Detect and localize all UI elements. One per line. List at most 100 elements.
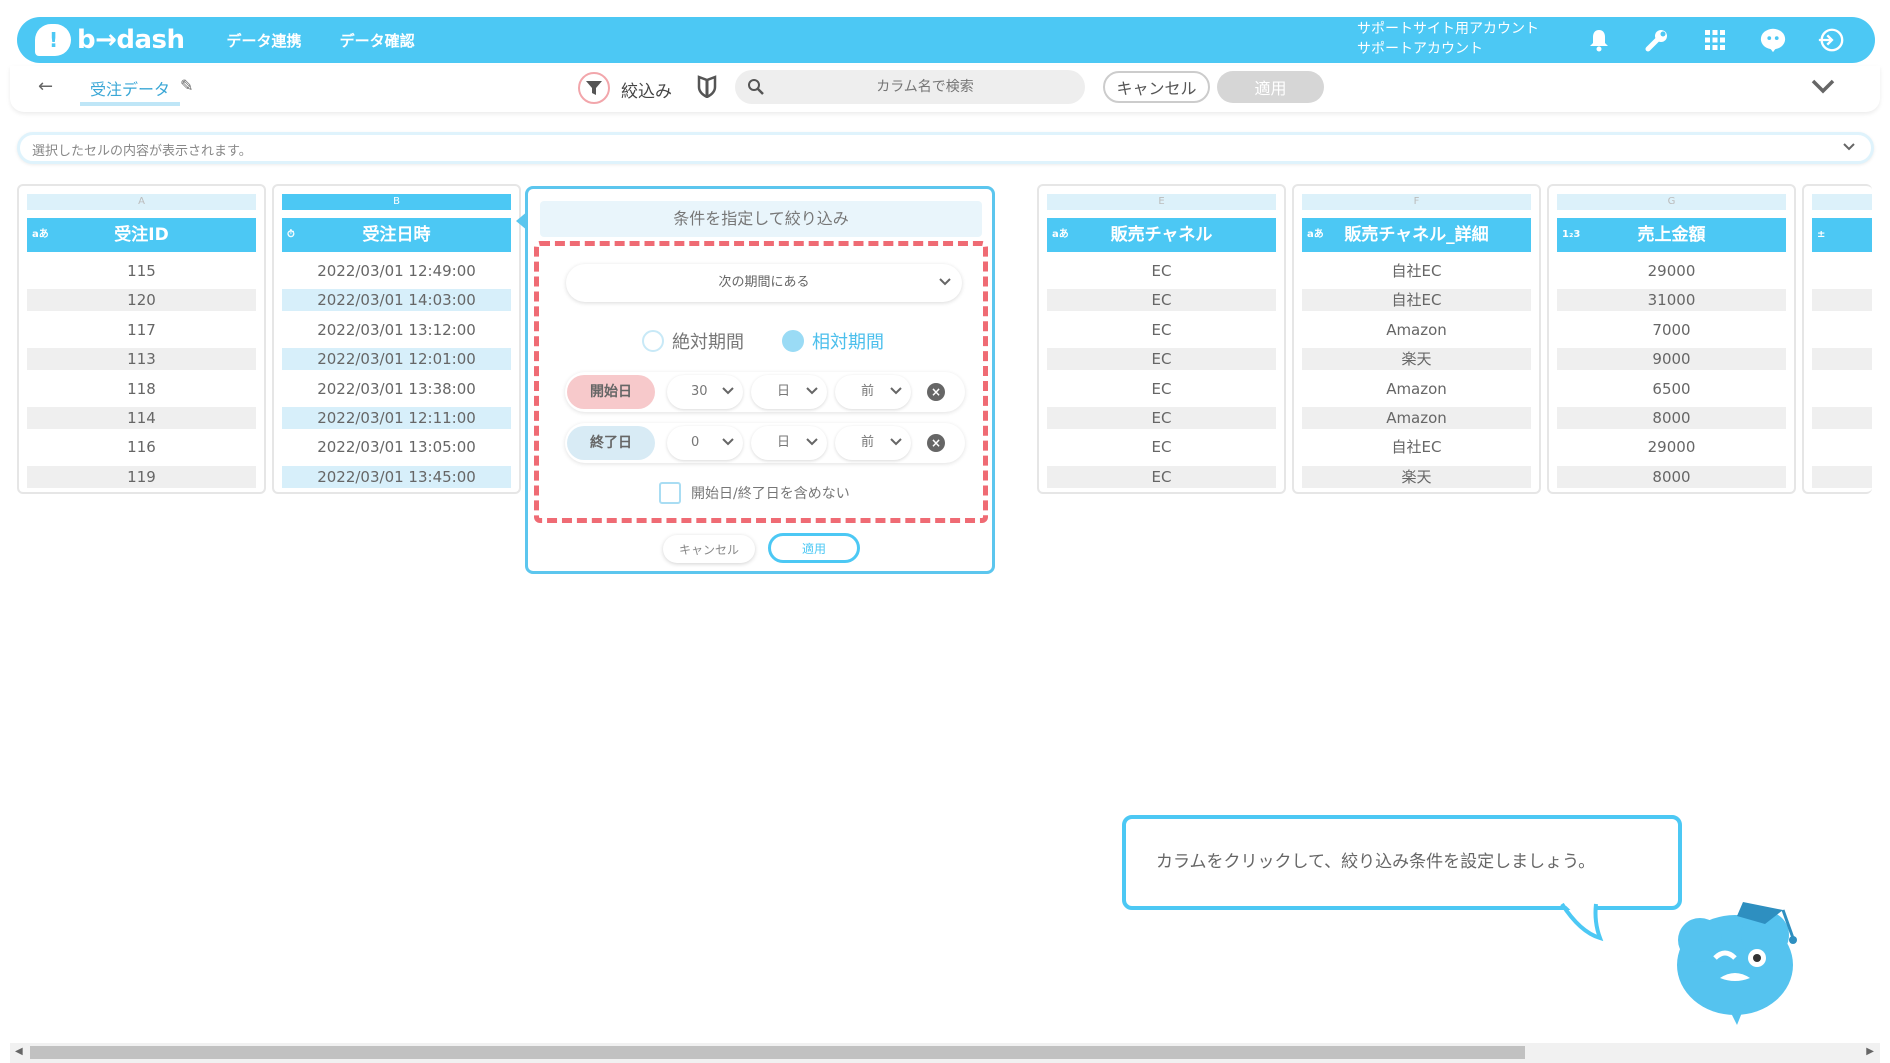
table-cell[interactable]: 114 xyxy=(27,407,256,429)
end-unit-select[interactable]: 日 xyxy=(751,426,827,460)
table-cell[interactable]: 120 xyxy=(27,289,256,312)
column-header[interactable]: ±売 xyxy=(1812,218,1872,252)
radio-relative-period[interactable]: 相対期間 xyxy=(782,328,884,354)
cancel-button[interactable]: キャンセル xyxy=(1103,71,1210,103)
table-cell[interactable]: 117 xyxy=(27,319,256,341)
table-cell[interactable]: 2022/03/01 12:49:00 xyxy=(282,260,511,282)
table-cell[interactable]: EC xyxy=(1047,289,1276,312)
cell-content-bar[interactable]: 選択したセルの内容が表示されます。 xyxy=(17,132,1874,164)
scroll-right-icon[interactable]: ▶ xyxy=(1866,1046,1874,1057)
chevron-down-icon[interactable] xyxy=(1810,76,1836,96)
horizontal-scrollbar[interactable]: ◀ ▶ xyxy=(10,1043,1880,1063)
wrench-icon[interactable] xyxy=(1643,26,1671,54)
table-cell[interactable]: 8000 xyxy=(1557,465,1786,488)
filter-button[interactable] xyxy=(578,72,610,104)
clear-end-icon[interactable]: × xyxy=(927,434,945,452)
column-header[interactable]: 1₂3 売上金額 xyxy=(1557,218,1786,252)
column-header[interactable]: aあ 受注ID xyxy=(27,218,256,252)
table-cell[interactable]: EC xyxy=(1047,465,1276,488)
table-cell[interactable]: 自社EC xyxy=(1302,289,1531,312)
table-cell[interactable]: 2022/03/01 13:05:00 xyxy=(282,436,511,458)
table-cell[interactable]: 29000 xyxy=(1557,436,1786,458)
table-cell[interactable]: EC xyxy=(1047,348,1276,371)
column-5[interactable]: G 1₂3 売上金額 29000 31000 7000 9000 6500 8000 29000 8… xyxy=(1547,184,1796,494)
table-cell[interactable]: Amazon xyxy=(1302,319,1531,341)
table-cell[interactable] xyxy=(1812,289,1872,312)
table-cell[interactable] xyxy=(1812,348,1872,371)
period-select[interactable]: 次の期間にある xyxy=(566,264,962,302)
column-header[interactable]: ⏱ 受注日時 xyxy=(282,218,511,252)
column-6[interactable]: ±売 xyxy=(1802,184,1872,494)
popup-cancel-button[interactable]: キャンセル xyxy=(663,535,755,563)
start-unit-select[interactable]: 日 xyxy=(751,375,827,409)
start-direction-select[interactable]: 前 xyxy=(835,375,911,409)
search-input[interactable] xyxy=(775,70,1075,104)
table-cell[interactable]: 6500 xyxy=(1557,378,1786,400)
table-cell[interactable]: 115 xyxy=(27,260,256,282)
column-2[interactable]: B ⏱ 受注日時 2022/03/01 12:49:00 2022/03/01 14:0… xyxy=(272,184,521,494)
end-direction-select[interactable]: 前 xyxy=(835,426,911,460)
clear-start-icon[interactable]: × xyxy=(927,383,945,401)
column-header[interactable]: aあ 販売チャネル_詳細 xyxy=(1302,218,1531,252)
table-cell[interactable]: 自社EC xyxy=(1302,436,1531,458)
table-cell[interactable]: EC xyxy=(1047,378,1276,400)
column-1[interactable]: Aaあ 受注ID 115 120 117 113 118 114 116 119 xyxy=(17,184,266,494)
table-cell[interactable] xyxy=(1812,319,1872,341)
bell-icon[interactable] xyxy=(1585,26,1613,54)
table-cell[interactable]: Amazon xyxy=(1302,407,1531,429)
popup-apply-button[interactable]: 適用 xyxy=(768,533,860,563)
logout-icon[interactable] xyxy=(1817,26,1845,54)
table-cell[interactable]: 楽天 xyxy=(1302,348,1531,371)
table-cell[interactable]: 9000 xyxy=(1557,348,1786,371)
column-header[interactable]: aあ 販売チャネル xyxy=(1047,218,1276,252)
exclude-endpoints-checkbox[interactable]: 開始日/終了日を含めない xyxy=(659,482,850,504)
account-info[interactable]: サポートサイト用アカウント サポートアカウント xyxy=(1357,19,1539,59)
shield-icon[interactable] xyxy=(696,74,718,98)
table-cell[interactable] xyxy=(1812,465,1872,488)
start-number-select[interactable]: 30 xyxy=(667,375,743,409)
grid-icon[interactable] xyxy=(1701,26,1729,54)
table-cell[interactable]: 2022/03/01 13:12:00 xyxy=(282,319,511,341)
table-cell[interactable]: 116 xyxy=(27,436,256,458)
table-cell[interactable] xyxy=(1812,260,1872,282)
scrollbar-thumb[interactable] xyxy=(30,1046,1525,1059)
table-cell[interactable] xyxy=(1812,436,1872,458)
table-cell[interactable]: 2022/03/01 13:38:00 xyxy=(282,378,511,400)
table-cell[interactable]: EC xyxy=(1047,407,1276,429)
table-cell[interactable]: 2022/03/01 12:01:00 xyxy=(282,348,511,371)
table-cell[interactable]: EC xyxy=(1047,260,1276,282)
table-cell[interactable]: 2022/03/01 13:45:00 xyxy=(282,465,511,488)
table-cell[interactable] xyxy=(1812,378,1872,400)
table-cell[interactable]: 2022/03/01 12:11:00 xyxy=(282,407,511,429)
radio-absolute-period[interactable]: 絶対期間 xyxy=(642,328,744,354)
filter-label[interactable]: 絞込み xyxy=(621,77,672,102)
column-4[interactable]: Faあ 販売チャネル_詳細 自社EC 自社EC Amazon 楽天 Amazon Amazon… xyxy=(1292,184,1541,494)
table-cell[interactable]: EC xyxy=(1047,436,1276,458)
column-3[interactable]: Eaあ 販売チャネル EC EC EC EC EC EC EC EC xyxy=(1037,184,1286,494)
table-cell[interactable]: 113 xyxy=(27,348,256,371)
end-number-select[interactable]: 0 xyxy=(667,426,743,460)
scroll-left-icon[interactable]: ◀ xyxy=(15,1046,23,1057)
logo[interactable]: b→dash xyxy=(35,24,185,56)
nav-data-confirm[interactable]: データ確認 xyxy=(340,30,415,51)
chevron-down-icon[interactable] xyxy=(1841,140,1857,154)
table-cell[interactable]: EC xyxy=(1047,319,1276,341)
pencil-icon[interactable]: ✎ xyxy=(180,76,193,95)
table-cell[interactable]: 8000 xyxy=(1557,407,1786,429)
table-cell[interactable]: 118 xyxy=(27,378,256,400)
table-cell[interactable]: 自社EC xyxy=(1302,260,1531,282)
table-cell[interactable]: 29000 xyxy=(1557,260,1786,282)
nav-data-link[interactable]: データ連携 xyxy=(227,30,302,51)
apply-button[interactable]: 適用 xyxy=(1217,71,1324,103)
table-cell[interactable]: 2022/03/01 14:03:00 xyxy=(282,289,511,312)
start-number-value: 30 xyxy=(691,384,708,399)
table-cell[interactable]: 119 xyxy=(27,465,256,488)
back-arrow-icon[interactable]: ← xyxy=(38,76,53,97)
table-title-tab[interactable]: 受注データ xyxy=(80,74,181,106)
table-cell[interactable]: 31000 xyxy=(1557,289,1786,312)
table-cell[interactable]: 7000 xyxy=(1557,319,1786,341)
table-cell[interactable]: Amazon xyxy=(1302,378,1531,400)
table-cell[interactable] xyxy=(1812,407,1872,429)
assistant-icon[interactable] xyxy=(1759,26,1787,54)
table-cell[interactable]: 楽天 xyxy=(1302,465,1531,488)
